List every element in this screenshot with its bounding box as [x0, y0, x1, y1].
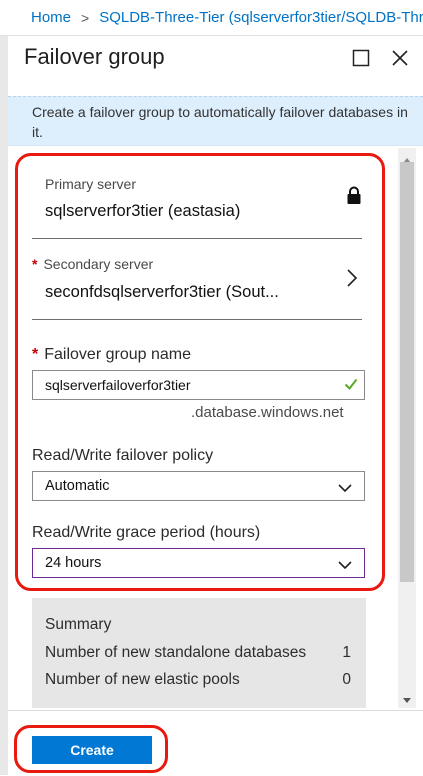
grace-period-label: Read/Write grace period (hours) — [32, 524, 261, 541]
lock-icon — [346, 186, 362, 211]
summary-row: Number of new elastic pools 0 — [45, 671, 351, 689]
breadcrumb-current-link[interactable]: SQLDB-Three-Tier (sqlserverfor3tier/SQLD… — [99, 9, 423, 26]
failover-group-name-label: * Failover group name — [32, 346, 191, 364]
secondary-server-value: seconfdsqlserverfor3tier (Sout... — [45, 283, 279, 301]
failover-group-name-suffix: .database.windows.net — [191, 404, 344, 421]
secondary-server-row[interactable]: * Secondary server seconfdsqlserverfor3ti… — [32, 248, 362, 318]
grace-period-select[interactable]: 24 hours — [32, 548, 365, 578]
summary-row-value: 0 — [342, 671, 351, 688]
secondary-divider — [32, 319, 362, 320]
primary-divider — [32, 238, 362, 239]
breadcrumb-home-link[interactable]: Home — [31, 9, 71, 26]
primary-server-label: Primary server — [45, 176, 137, 192]
failover-policy-value: Automatic — [45, 478, 110, 494]
summary-row-value: 1 — [342, 644, 351, 661]
page-title: Failover group — [24, 44, 165, 69]
checkmark-icon — [344, 377, 358, 394]
failover-group-name-input[interactable]: sqlserverfailoverfor3tier — [32, 370, 365, 400]
close-icon[interactable] — [388, 46, 412, 70]
left-edge-strip — [0, 36, 8, 775]
required-mark: * — [32, 346, 39, 363]
failover-group-name-value: sqlserverfailoverfor3tier — [45, 377, 191, 393]
form-content: Primary server sqlserverfor3tier (eastas… — [8, 148, 398, 708]
grace-period-value: 24 hours — [45, 555, 102, 571]
summary-row-label: Number of new standalone databases — [45, 644, 307, 661]
info-banner: Create a failover group to automatically… — [8, 96, 423, 146]
breadcrumb-separator: > — [81, 9, 90, 26]
chevron-down-icon — [338, 481, 352, 497]
chevron-right-icon — [346, 268, 358, 293]
secondary-server-label: * Secondary server — [32, 256, 153, 272]
summary-row-label: Number of new elastic pools — [45, 671, 240, 688]
failover-group-name-label-text: Failover group name — [44, 346, 191, 363]
maximize-icon[interactable] — [349, 46, 373, 70]
primary-server-value: sqlserverfor3tier (eastasia) — [45, 202, 241, 220]
scrollbar-thumb[interactable] — [400, 162, 414, 582]
scrollbar[interactable] — [398, 148, 416, 708]
failover-policy-select[interactable]: Automatic — [32, 471, 365, 501]
summary-row: Number of new standalone databases 1 — [45, 644, 351, 662]
failover-policy-label: Read/Write failover policy — [32, 447, 214, 464]
secondary-server-label-text: Secondary server — [43, 256, 154, 272]
breadcrumb: Home > SQLDB-Three-Tier (sqlserverfor3ti… — [0, 0, 423, 36]
required-mark: * — [32, 256, 38, 272]
scroll-down-icon[interactable] — [402, 692, 412, 710]
summary-title: Summary — [45, 616, 112, 633]
blade-footer: Create — [8, 710, 423, 776]
chevron-down-icon — [338, 558, 352, 574]
create-button[interactable]: Create — [32, 736, 152, 764]
summary-panel: Summary Number of new standalone databas… — [32, 598, 366, 708]
